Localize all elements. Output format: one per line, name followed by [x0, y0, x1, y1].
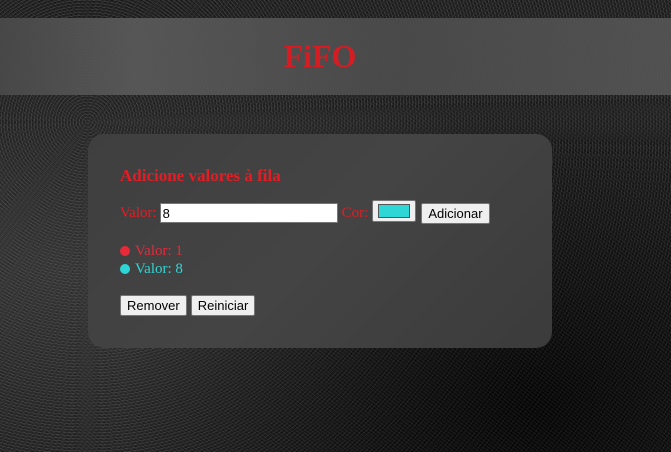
reset-button[interactable]: Reiniciar: [190, 295, 256, 316]
queue-list: Valor: 1 Valor: 8: [120, 242, 183, 278]
action-buttons: Remover Reiniciar: [120, 295, 256, 316]
page-header: FiFO: [0, 18, 671, 95]
color-picker-fill: [378, 204, 411, 218]
form-heading: Adicione valores à fila: [120, 166, 281, 185]
add-form: Valor: Cor: Adicionar: [120, 200, 490, 225]
queue-item-label: Valor: 8: [135, 260, 183, 277]
add-button[interactable]: Adicionar: [421, 202, 490, 224]
color-picker[interactable]: [372, 200, 417, 222]
remove-button[interactable]: Remover: [120, 295, 187, 316]
queue-item: Valor: 8: [120, 260, 183, 278]
value-input[interactable]: [159, 203, 338, 223]
color-label: Cor:: [341, 204, 369, 221]
queue-panel: Adicione valores à fila Valor: Cor: Adic…: [88, 134, 552, 348]
page-title: FiFO: [283, 38, 357, 74]
queue-item: Valor: 1: [120, 242, 183, 260]
color-dot-icon: [120, 264, 130, 274]
color-dot-icon: [120, 246, 130, 256]
queue-item-label: Valor: 1: [135, 242, 183, 259]
value-label: Valor:: [120, 204, 157, 221]
